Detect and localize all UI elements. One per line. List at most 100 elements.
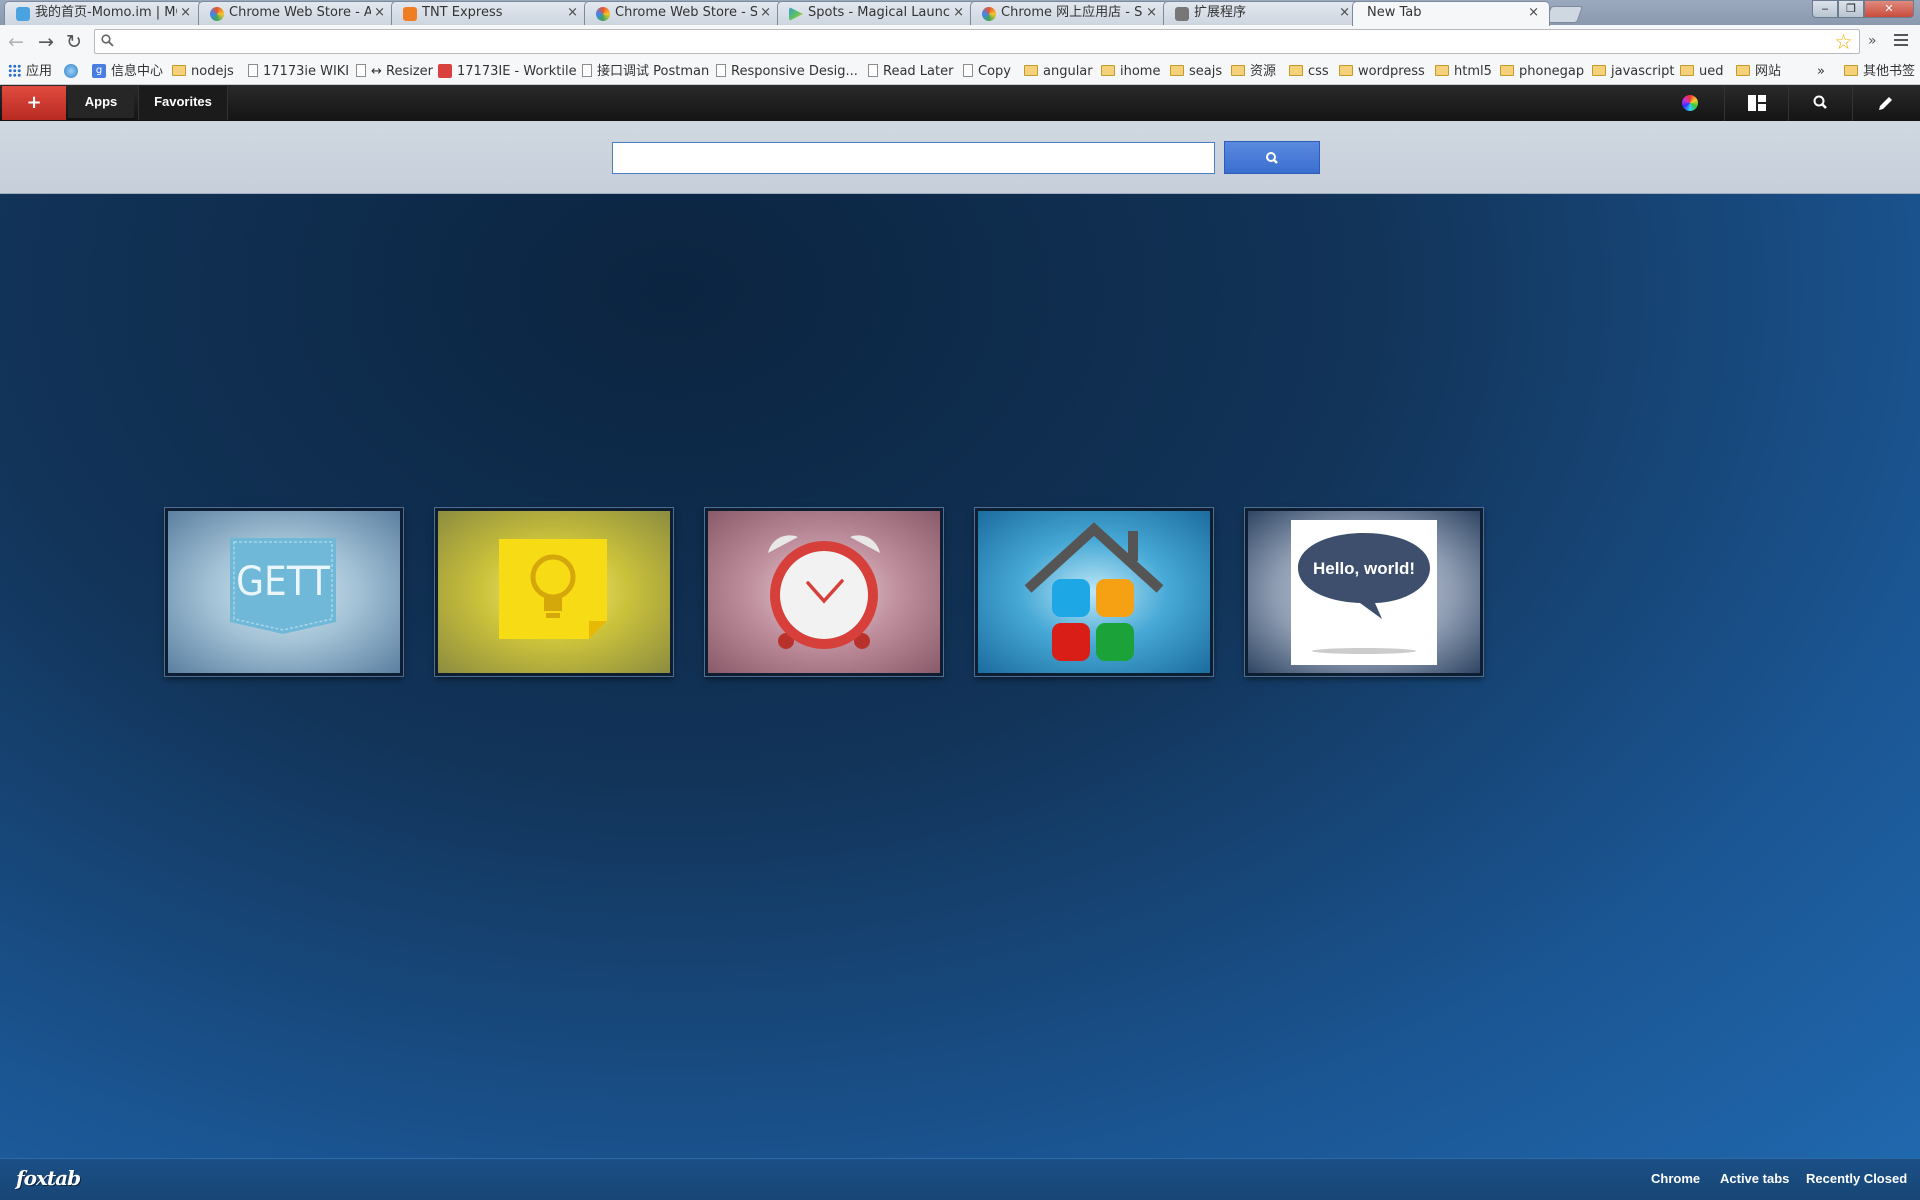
reload-button[interactable]: ↻ xyxy=(62,31,86,53)
app-tile-alarm-clock[interactable] xyxy=(705,508,943,676)
page-icon xyxy=(356,64,366,77)
close-tab-icon[interactable]: × xyxy=(1528,2,1539,24)
apps-grid: GETT Hello, world! xyxy=(0,194,1920,1158)
bookmark-item[interactable]: 接口调试 Postman xyxy=(582,62,709,82)
extensions-overflow-button[interactable]: » xyxy=(1868,33,1877,49)
theme-color-button[interactable] xyxy=(1660,85,1724,121)
lightbulb-note-icon xyxy=(499,539,607,639)
worktile-icon xyxy=(438,63,452,78)
browser-tab[interactable]: Chrome 网上应用店 - SP × xyxy=(970,1,1168,25)
layout-button[interactable] xyxy=(1724,85,1788,121)
apps-grid-icon xyxy=(8,64,21,77)
bookmark-item[interactable]: ↔ Resizer xyxy=(356,62,433,82)
search-band xyxy=(0,121,1920,194)
bookmark-folder[interactable]: seajs xyxy=(1170,62,1222,82)
puzzle-piece-icon xyxy=(1175,7,1189,21)
app-tile-hello-world[interactable]: Hello, world! xyxy=(1245,508,1483,676)
page-icon xyxy=(963,64,973,77)
browser-tab[interactable]: TNT Express × xyxy=(391,1,589,25)
bookmark-folder[interactable]: ued xyxy=(1680,62,1724,82)
back-button[interactable]: ← xyxy=(4,31,28,53)
chrome-link[interactable]: Chrome xyxy=(1651,1171,1700,1186)
bookmark-star-icon[interactable]: ☆ xyxy=(1834,31,1853,53)
browser-tab[interactable]: Chrome Web Store - Ap × xyxy=(198,1,396,25)
close-tab-icon[interactable]: × xyxy=(1339,2,1350,24)
search-input[interactable] xyxy=(612,142,1215,174)
browser-tab[interactable]: 我的首页-Momo.im | MC × xyxy=(4,1,202,25)
foxtab-top-bar: + Apps Favorites xyxy=(0,85,1920,121)
alarm-clock-icon xyxy=(768,535,880,649)
foxtab-logo[interactable]: foxtab xyxy=(16,1166,81,1190)
bookmark-folder[interactable]: 资源 xyxy=(1231,62,1276,82)
browser-tab[interactable]: Spots - Magical Launch × xyxy=(777,1,975,25)
bookmark-apps[interactable]: 应用 xyxy=(8,62,52,82)
bookmark-folder[interactable]: html5 xyxy=(1435,62,1492,82)
tab-favorites[interactable]: Favorites xyxy=(138,86,228,120)
browser-toolbar: ← → ↻ ☆ » xyxy=(0,25,1920,59)
browser-tab-active[interactable]: New Tab × xyxy=(1352,1,1550,26)
maximize-window-button[interactable]: ❐ xyxy=(1838,0,1864,18)
bookmark-folder[interactable]: phonegap xyxy=(1500,62,1584,82)
bookmark-item[interactable]: Responsive Desig... xyxy=(716,62,858,82)
folder-icon xyxy=(1231,65,1245,76)
search-toggle-button[interactable] xyxy=(1788,85,1852,121)
close-tab-icon[interactable]: × xyxy=(567,2,578,24)
recently-closed-link[interactable]: Recently Closed xyxy=(1806,1171,1907,1186)
app-tile-google-keep[interactable] xyxy=(435,508,673,676)
tab-title: Spots - Magical Launch xyxy=(808,5,950,20)
close-tab-icon[interactable]: × xyxy=(374,2,385,24)
folder-icon xyxy=(1844,65,1858,76)
close-window-button[interactable]: ✕ xyxy=(1864,0,1914,18)
tab-apps[interactable]: Apps xyxy=(68,86,134,120)
svg-text:Hello, world!: Hello, world! xyxy=(1313,559,1415,578)
bookmark-item[interactable]: 17173ie WIKI xyxy=(248,62,349,82)
minimize-window-button[interactable]: ‒ xyxy=(1812,0,1838,18)
search-icon xyxy=(1813,95,1827,109)
app-tile-launcher[interactable] xyxy=(975,508,1213,676)
momo-favicon-icon xyxy=(16,7,30,21)
google-icon: g xyxy=(92,63,106,78)
bookmark-folder[interactable]: wordpress xyxy=(1339,62,1425,82)
omnibox[interactable]: ☆ xyxy=(94,29,1860,54)
browser-tab[interactable]: 扩展程序 × xyxy=(1163,1,1361,25)
chrome-store-favicon-icon xyxy=(982,7,996,21)
tnt-favicon-icon xyxy=(403,7,417,21)
bookmark-item[interactable]: g 信息中心 xyxy=(92,62,163,82)
search-button[interactable] xyxy=(1224,141,1320,174)
bookmark-folder[interactable]: javascript xyxy=(1592,62,1674,82)
color-wheel-icon xyxy=(1682,95,1698,111)
close-tab-icon[interactable]: × xyxy=(953,2,964,24)
add-button[interactable]: + xyxy=(2,86,66,120)
close-tab-icon[interactable]: × xyxy=(1146,2,1157,24)
pencil-icon xyxy=(1879,97,1892,110)
bookmarks-overflow-button[interactable]: » xyxy=(1817,62,1825,82)
folder-icon xyxy=(1500,65,1514,76)
bookmark-item[interactable]: Read Later xyxy=(868,62,953,82)
folder-icon xyxy=(1024,65,1038,76)
close-tab-icon[interactable]: × xyxy=(180,2,191,24)
bookmark-folder[interactable]: css xyxy=(1289,62,1329,82)
new-tab-button[interactable] xyxy=(1544,6,1584,23)
other-bookmarks-folder[interactable]: 其他书签 xyxy=(1844,62,1915,82)
active-tabs-link[interactable]: Active tabs xyxy=(1720,1171,1789,1186)
bookmark-item[interactable]: Copy xyxy=(963,62,1011,82)
bookmark-item[interactable] xyxy=(64,62,83,82)
app-tile-gett[interactable]: GETT xyxy=(165,508,403,676)
forward-button[interactable]: → xyxy=(34,31,58,53)
bookmark-folder[interactable]: angular xyxy=(1024,62,1093,82)
page-icon xyxy=(868,64,878,77)
address-input[interactable] xyxy=(119,31,1823,53)
browser-tab[interactable]: Chrome Web Store - SF × xyxy=(584,1,782,25)
folder-icon xyxy=(172,65,186,76)
home-apps-icon xyxy=(1024,522,1164,661)
bookmark-folder[interactable]: ihome xyxy=(1101,62,1160,82)
close-tab-icon[interactable]: × xyxy=(760,2,771,24)
browser-tab-strip: 我的首页-Momo.im | MC × Chrome Web Store - A… xyxy=(0,0,1920,26)
folder-icon xyxy=(1680,65,1694,76)
bookmark-item[interactable]: 17173IE - Worktile xyxy=(438,62,577,82)
chrome-menu-button[interactable] xyxy=(1894,34,1908,49)
page-icon xyxy=(582,64,592,77)
bookmark-folder[interactable]: 网站 xyxy=(1736,62,1781,82)
bookmark-folder[interactable]: nodejs xyxy=(172,62,234,82)
edit-button[interactable] xyxy=(1852,85,1916,121)
